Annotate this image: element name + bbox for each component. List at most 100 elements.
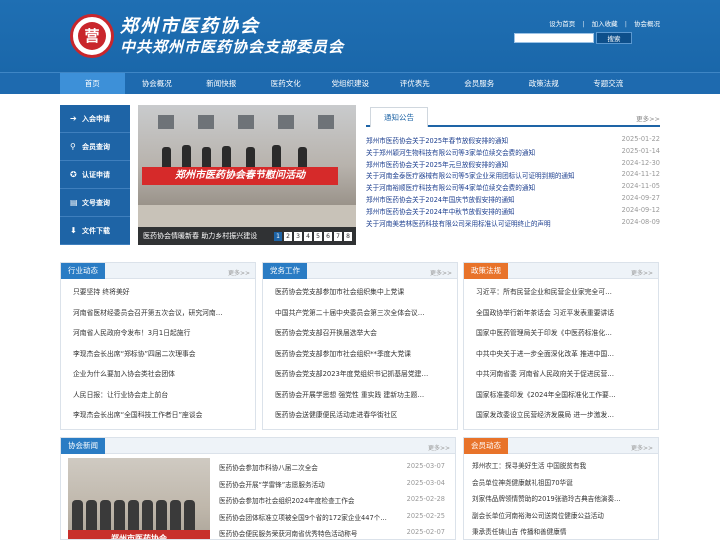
list-item[interactable]: 国家标准委印发《2024年全国标准化工作要…: [476, 389, 652, 410]
list-item[interactable]: 李现杰会长出席“全国科技工作者日”座谈会: [73, 409, 249, 430]
industry-news-panel: 行业动态 更多>> 只要坚持 终将美好 河南省医材经委员会召开第五次会议，研究河…: [60, 262, 256, 430]
search-button[interactable]: 搜索: [596, 32, 632, 44]
list-item[interactable]: 全国政协举行新年茶话会 习近平发表重要讲话: [476, 307, 652, 328]
list-item[interactable]: 医药协会党支部参加市社会组织**季度大党课: [275, 348, 451, 369]
list-item[interactable]: 企业为什么要加入协会类社会团体: [73, 368, 249, 389]
list-item[interactable]: 习近平：所有民营企业和民营企业家完全可…: [476, 286, 652, 307]
nav-item-about[interactable]: 协会概况: [125, 73, 190, 94]
list-item[interactable]: 只要坚持 终将美好: [73, 286, 249, 307]
slide-page-button[interactable]: 2: [284, 232, 292, 241]
list-item[interactable]: 刘家伟品牌领情赞助的2019张骆玲古典吉他演奏…: [472, 493, 652, 510]
news-title[interactable]: 医药协会开展“学雷锋”志愿服务活动: [219, 479, 325, 496]
quick-item-member-search[interactable]: ⚲ 会员查询: [60, 133, 130, 161]
news-title[interactable]: 医药协会团体标准立项被全国9个省的172家企业447个…: [219, 512, 387, 529]
news-item[interactable]: 医药协会开展“学雷锋”志愿服务活动 2025-03-04: [219, 479, 445, 496]
nav-item-culture[interactable]: 医药文化: [254, 73, 319, 94]
logo-emblem: 营: [78, 22, 106, 50]
notice-date: 2024-12-30: [621, 158, 660, 167]
notice-more-link[interactable]: 更多>>: [636, 113, 660, 123]
slide-page-button[interactable]: 7: [334, 232, 342, 241]
list-item[interactable]: 医药协会党支部召开换届选举大会: [275, 327, 451, 348]
notice-item[interactable]: 关于河南美若林医药科技有限公司采用标准认可证明终止的声明 2024-08-09: [366, 218, 660, 230]
set-homepage-link[interactable]: 设为首页: [549, 20, 575, 28]
list-item[interactable]: 秉承责任铸山吉 传播和善健康情: [472, 526, 652, 539]
notice-title[interactable]: 关于河南美若林医药科技有限公司采用标准认可证明终止的声明: [366, 218, 551, 230]
list-item[interactable]: 中共中央关于进一步全面深化改革 推进中国…: [476, 348, 652, 369]
notice-item[interactable]: 郑州市医药协会关于2025年春节放假安排的通知 2025-01-22: [366, 135, 660, 147]
quick-item-doc-search[interactable]: ▤ 文号查询: [60, 189, 130, 217]
news-date: 2025-03-07: [406, 462, 445, 470]
panel-more-link[interactable]: 更多>>: [631, 443, 653, 452]
notice-title[interactable]: 关于郑州颖河生物科技有限公司等3家单位续交会费的通知: [366, 147, 535, 159]
slide-page-button[interactable]: 6: [324, 232, 332, 241]
nav-item-policy[interactable]: 政策法规: [512, 73, 577, 94]
notice-item[interactable]: 关于河南金泰医疗器械有限公司等5家企业采用团标认可证明到期的通知 2024-11-…: [366, 170, 660, 182]
notice-item[interactable]: 关于郑州颖河生物科技有限公司等3家单位续交会费的通知 2025-01-14: [366, 147, 660, 159]
notice-title[interactable]: 郑州市医药协会关于2025年春节放假安排的通知: [366, 135, 508, 147]
list-item[interactable]: 郑州农工：探寻美好生活 中国脱贫有我: [472, 460, 652, 477]
nav-item-home[interactable]: 首页: [60, 73, 125, 94]
slide-page-button[interactable]: 4: [304, 232, 312, 241]
notice-title[interactable]: 关于河南裕顺医疗科技有限公司等4家单位续交会费的通知: [366, 182, 535, 194]
notice-title[interactable]: 郑州市医药协会关于2024年中秋节放假安排的通知: [366, 206, 515, 218]
panel-title[interactable]: 会员动态: [464, 438, 508, 454]
list-item[interactable]: 中国共产党第二十届中央委员会第三次全体会议…: [275, 307, 451, 328]
list-item[interactable]: 副会长单位河南裕海公司送岗位健康公益活动: [472, 510, 652, 527]
notice-item[interactable]: 关于河南裕顺医疗科技有限公司等4家单位续交会费的通知 2024-11-05: [366, 182, 660, 194]
notice-item[interactable]: 郑州市医药协会关于2024年中秋节放假安排的通知 2024-09-12: [366, 206, 660, 218]
list-item[interactable]: 会员单位神尧健康献礼祖国70华诞: [472, 477, 652, 494]
panel-title[interactable]: 党务工作: [263, 263, 307, 279]
list-item[interactable]: 国家发改委设立民营经济发展局 进一步激发…: [476, 409, 652, 430]
association-logo[interactable]: 营: [70, 14, 114, 58]
slide-page-button[interactable]: 3: [294, 232, 302, 241]
quick-item-download[interactable]: ⬇ 文件下载: [60, 217, 130, 245]
list-item[interactable]: 河南省医材经委员会召开第五次会议，研究河南…: [73, 307, 249, 328]
news-title[interactable]: 医药协会参加市社会组织2024年度检查工作会: [219, 495, 354, 512]
panel-title[interactable]: 协会新闻: [61, 438, 105, 454]
panel-more-link[interactable]: 更多>>: [428, 443, 450, 452]
nav-item-news[interactable]: 新闻快报: [189, 73, 254, 94]
news-title[interactable]: 医药协会参加市科协八届二次全会: [219, 462, 318, 479]
list-item[interactable]: 医药协会开展学思想 强党性 重实践 建新功主题…: [275, 389, 451, 410]
list-item[interactable]: 医药协会党支部参加市社会组织集中上党课: [275, 286, 451, 307]
notice-item[interactable]: 郑州市医药协会关于2025年元旦放假安排的通知 2024-12-30: [366, 159, 660, 171]
news-title[interactable]: 医药协会便民服务荣获河南省优秀特色活动称号: [219, 528, 357, 539]
slide-page-button[interactable]: 5: [314, 232, 322, 241]
news-item[interactable]: 医药协会团体标准立项被全国9个省的172家企业447个… 2025-02-25: [219, 512, 445, 529]
panel-more-link[interactable]: 更多>>: [430, 268, 452, 277]
list-item[interactable]: 国家中医药管理局关于印发《中医药标准化…: [476, 327, 652, 348]
list-item[interactable]: 李现杰会长出席“郑标协”四届二次理事会: [73, 348, 249, 369]
news-item[interactable]: 医药协会参加市科协八届二次全会 2025-03-07: [219, 462, 445, 479]
notice-title[interactable]: 郑州市医药协会关于2024年国庆节放假安排的通知: [366, 194, 515, 206]
news-item[interactable]: 医药协会便民服务荣获河南省优秀特色活动称号 2025-02-07: [219, 528, 445, 539]
notice-title[interactable]: 郑州市医药协会关于2025年元旦放假安排的通知: [366, 159, 508, 171]
news-item[interactable]: 医药协会参加市社会组织2024年度检查工作会 2025-02-28: [219, 495, 445, 512]
nav-item-party[interactable]: 党组织建设: [318, 73, 383, 94]
about-link[interactable]: 协会概况: [634, 20, 660, 28]
quick-item-certify[interactable]: ✪ 认证申请: [60, 161, 130, 189]
quick-item-apply[interactable]: ➔ 入会申请: [60, 105, 130, 133]
tab-notices[interactable]: 通知公告: [370, 107, 428, 127]
add-favorite-link[interactable]: 加入收藏: [592, 20, 618, 28]
notice-title[interactable]: 关于河南金泰医疗器械有限公司等5家企业采用团标认可证明到期的通知: [366, 170, 575, 182]
list-item[interactable]: 河南省人民政府令发布！3月1日起施行: [73, 327, 249, 348]
news-photo[interactable]: 郑州市医药协会: [68, 458, 210, 539]
nav-item-awards[interactable]: 评优表先: [383, 73, 448, 94]
login-icon: ➔: [70, 113, 77, 123]
panel-title[interactable]: 政策法规: [464, 263, 508, 279]
list-item[interactable]: 医药协会送健康便民活动走进春华街社区: [275, 409, 451, 430]
list-item[interactable]: 中共河南省委 河南省人民政府关于促进民营…: [476, 368, 652, 389]
panel-title[interactable]: 行业动态: [61, 263, 105, 279]
photo-slider[interactable]: 郑州市医药协会春节慰问活动 医药协会情暖新春 助力乡村振兴建设 1 2 3 4 …: [138, 105, 356, 245]
slide-page-button[interactable]: 1: [274, 232, 282, 241]
list-item[interactable]: 医药协会党支部2023年度党组织书记抓基层党建…: [275, 368, 451, 389]
nav-item-topics[interactable]: 专题交流: [576, 73, 641, 94]
list-item[interactable]: 人民日报：让行业协会走上前台: [73, 389, 249, 410]
panel-more-link[interactable]: 更多>>: [228, 268, 250, 277]
quick-item-label: 认证申请: [82, 170, 110, 179]
slide-page-button[interactable]: 8: [344, 232, 352, 241]
panel-more-link[interactable]: 更多>>: [631, 268, 653, 277]
nav-item-members[interactable]: 会员服务: [447, 73, 512, 94]
search-input[interactable]: [514, 33, 594, 43]
notice-item[interactable]: 郑州市医药协会关于2024年国庆节放假安排的通知 2024-09-27: [366, 194, 660, 206]
